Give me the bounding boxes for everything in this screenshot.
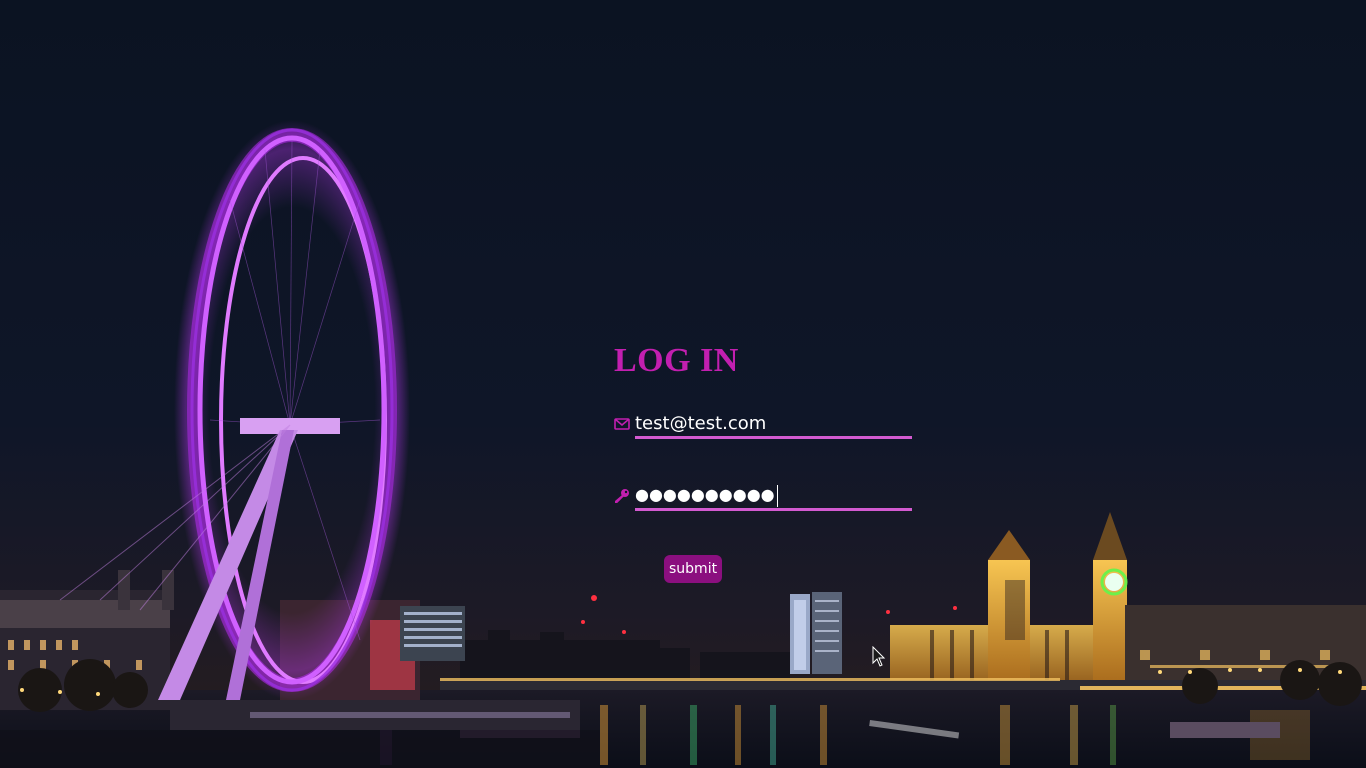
email-field[interactable] [635,410,912,439]
envelope-icon [614,416,630,432]
login-title: LOG IN [614,342,739,379]
email-row [614,410,914,440]
submit-button[interactable]: submit [664,555,723,583]
password-field[interactable] [635,482,912,511]
mouse-pointer-icon [872,646,886,667]
key-icon [614,488,630,504]
login-page: LOG IN ●●●●●●●●●● submit [0,0,1366,768]
background-cityscape-image [0,0,1366,768]
password-row: ●●●●●●●●●● [614,482,914,512]
